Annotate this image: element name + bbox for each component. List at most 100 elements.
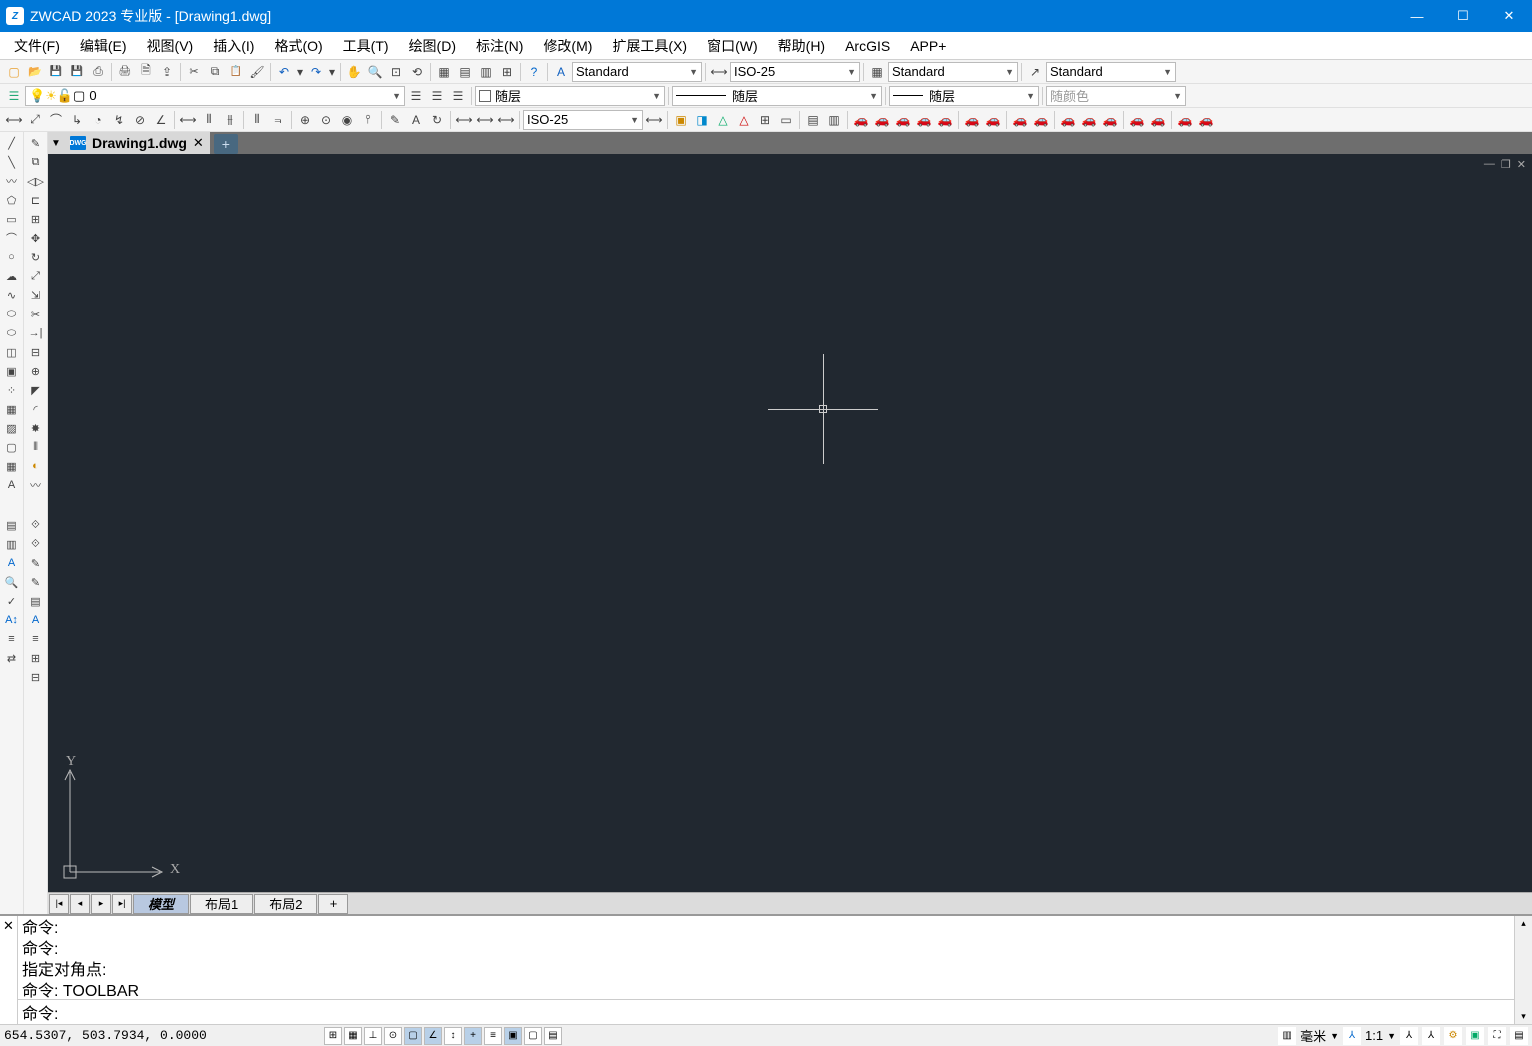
move-button[interactable]: ✥: [26, 229, 46, 247]
layout-add-button[interactable]: +: [318, 894, 348, 914]
publish-button[interactable]: ⇪: [157, 62, 177, 82]
unit-dropdown-icon[interactable]: ▼: [1330, 1031, 1339, 1041]
menu-modify[interactable]: 修改(M): [533, 32, 602, 60]
gradient-button[interactable]: ▨: [2, 419, 22, 437]
et-mod-5[interactable]: ▤: [26, 592, 46, 610]
snap-button[interactable]: ⊞: [324, 1027, 342, 1045]
menu-tools[interactable]: 工具(T): [333, 32, 399, 60]
scroll-up-icon[interactable]: ▴: [1521, 918, 1526, 929]
color-combo[interactable]: 随层▼: [475, 86, 665, 106]
plotstyle-combo[interactable]: 随颜色▼: [1046, 86, 1186, 106]
menu-help[interactable]: 帮助(H): [768, 32, 835, 60]
xline-button[interactable]: ╲: [2, 153, 22, 171]
lwt-button[interactable]: ↕: [444, 1027, 462, 1045]
open-button[interactable]: [25, 62, 45, 82]
rotate-button[interactable]: ↻: [26, 248, 46, 266]
et-car-4[interactable]: 🚗: [914, 110, 934, 130]
revcloud-button[interactable]: ☁: [2, 267, 22, 285]
layout-tab-model[interactable]: 模型: [133, 894, 189, 914]
zoom-prev-button[interactable]: ⟲: [407, 62, 427, 82]
redo-button[interactable]: [306, 62, 326, 82]
et-button-8[interactable]: ▥: [824, 110, 844, 130]
layout-next-button[interactable]: ▸: [91, 894, 111, 914]
line-button[interactable]: ╱: [2, 134, 22, 152]
find-button[interactable]: 🔍: [2, 573, 22, 591]
break-button[interactable]: ⊟: [26, 343, 46, 361]
ellipse-button[interactable]: ⬭: [2, 305, 22, 323]
tab-menu-button[interactable]: ▼: [48, 132, 64, 154]
jog-line-button[interactable]: ⫯: [358, 110, 378, 130]
et-mod-8[interactable]: ⊞: [26, 649, 46, 667]
copy-obj-button[interactable]: ⧉: [26, 153, 46, 171]
lengthen-button[interactable]: ◐: [26, 457, 46, 475]
saveas-button[interactable]: [67, 62, 87, 82]
layout-prev-button[interactable]: ◂: [70, 894, 90, 914]
properties-button[interactable]: ▦: [434, 62, 454, 82]
text-style-combo[interactable]: Standard▼: [572, 62, 702, 82]
array-button[interactable]: ⊞: [26, 210, 46, 228]
annotation-scale-icon[interactable]: ▥: [1278, 1027, 1296, 1045]
layer-state-button[interactable]: ☰: [427, 86, 447, 106]
et-mod-4[interactable]: ✎: [26, 573, 46, 591]
spell-button[interactable]: ✓: [2, 592, 22, 610]
dimupdate-button[interactable]: ↻: [427, 110, 447, 130]
menu-dimension[interactable]: 标注(N): [466, 32, 533, 60]
et-mod-2[interactable]: ⟐: [26, 535, 46, 553]
menu-edit[interactable]: 编辑(E): [70, 32, 137, 60]
et-car-3[interactable]: 🚗: [893, 110, 913, 130]
edit-pline-button[interactable]: 〰: [26, 476, 46, 494]
offset-button[interactable]: ⊏: [26, 191, 46, 209]
pan-button[interactable]: ✋: [344, 62, 364, 82]
print-button[interactable]: [115, 62, 135, 82]
et-car-7[interactable]: 🚗: [983, 110, 1003, 130]
layout-tab-2[interactable]: 布局2: [254, 894, 317, 914]
et-car-10[interactable]: 🚗: [1058, 110, 1078, 130]
calc-button[interactable]: ⊞: [497, 62, 517, 82]
lineweight-combo[interactable]: 随层▼: [889, 86, 1039, 106]
et-button-4[interactable]: △: [734, 110, 754, 130]
linetype-combo[interactable]: 随层▼: [672, 86, 882, 106]
stretch-button[interactable]: ⇲: [26, 286, 46, 304]
et-mod-6[interactable]: A: [26, 611, 46, 629]
scroll-down-icon[interactable]: ▾: [1521, 1011, 1526, 1022]
et-mod-3[interactable]: ✎: [26, 554, 46, 572]
menu-format[interactable]: 格式(O): [264, 32, 332, 60]
command-close-button[interactable]: ✕: [0, 916, 18, 1024]
dim-reassoc-button[interactable]: ⟷: [454, 110, 474, 130]
undo-button[interactable]: [274, 62, 294, 82]
et-car-12[interactable]: 🚗: [1100, 110, 1120, 130]
undo-dropdown[interactable]: ▾: [295, 62, 305, 82]
dim-style-combo-2[interactable]: ISO-25▼: [523, 110, 643, 130]
menu-insert[interactable]: 插入(I): [203, 32, 264, 60]
dim-arc-button[interactable]: ⌒: [46, 110, 66, 130]
drawing-canvas[interactable]: — ❐ ✕ Y X: [48, 154, 1532, 892]
dim-break-button[interactable]: ⫬: [268, 110, 288, 130]
makeblock-button[interactable]: ▣: [2, 362, 22, 380]
region-button[interactable]: ▢: [2, 438, 22, 456]
layer-manager-button[interactable]: ☰: [4, 86, 24, 106]
dim-style-apply-button[interactable]: ⟷: [644, 110, 664, 130]
menu-appplus[interactable]: APP+: [900, 34, 956, 58]
otrack-button[interactable]: ∠: [424, 1027, 442, 1045]
dim-aligned-button[interactable]: ⤢: [25, 110, 45, 130]
dim-diameter-button[interactable]: ⊘: [130, 110, 150, 130]
help-button[interactable]: ?: [524, 62, 544, 82]
centermark-button[interactable]: ⊙: [316, 110, 336, 130]
grid-button[interactable]: ▦: [344, 1027, 362, 1045]
new-button[interactable]: [4, 62, 24, 82]
command-history[interactable]: 命令: 命令: 指定对角点: 命令: TOOLBAR: [18, 916, 1514, 1000]
new-tab-button[interactable]: +: [214, 134, 238, 154]
ellipsearc-button[interactable]: ⬭: [2, 324, 22, 342]
menu-extensions[interactable]: 扩展工具(X): [602, 32, 697, 60]
scale-dropdown-icon[interactable]: ▼: [1387, 1031, 1396, 1041]
layer-prev-button[interactable]: ☰: [406, 86, 426, 106]
zoom-button[interactable]: 🔍: [365, 62, 385, 82]
copy-button[interactable]: [205, 62, 225, 82]
menu-arcgis[interactable]: ArcGIS: [835, 34, 900, 58]
text-button-2[interactable]: ▤: [2, 516, 22, 534]
hatch-button[interactable]: ▦: [2, 400, 22, 418]
customize-button[interactable]: ▤: [1510, 1027, 1528, 1045]
convert-button[interactable]: ⇄: [2, 649, 22, 667]
table-button[interactable]: ▦: [2, 457, 22, 475]
dim-radius-button[interactable]: ◔: [88, 110, 108, 130]
